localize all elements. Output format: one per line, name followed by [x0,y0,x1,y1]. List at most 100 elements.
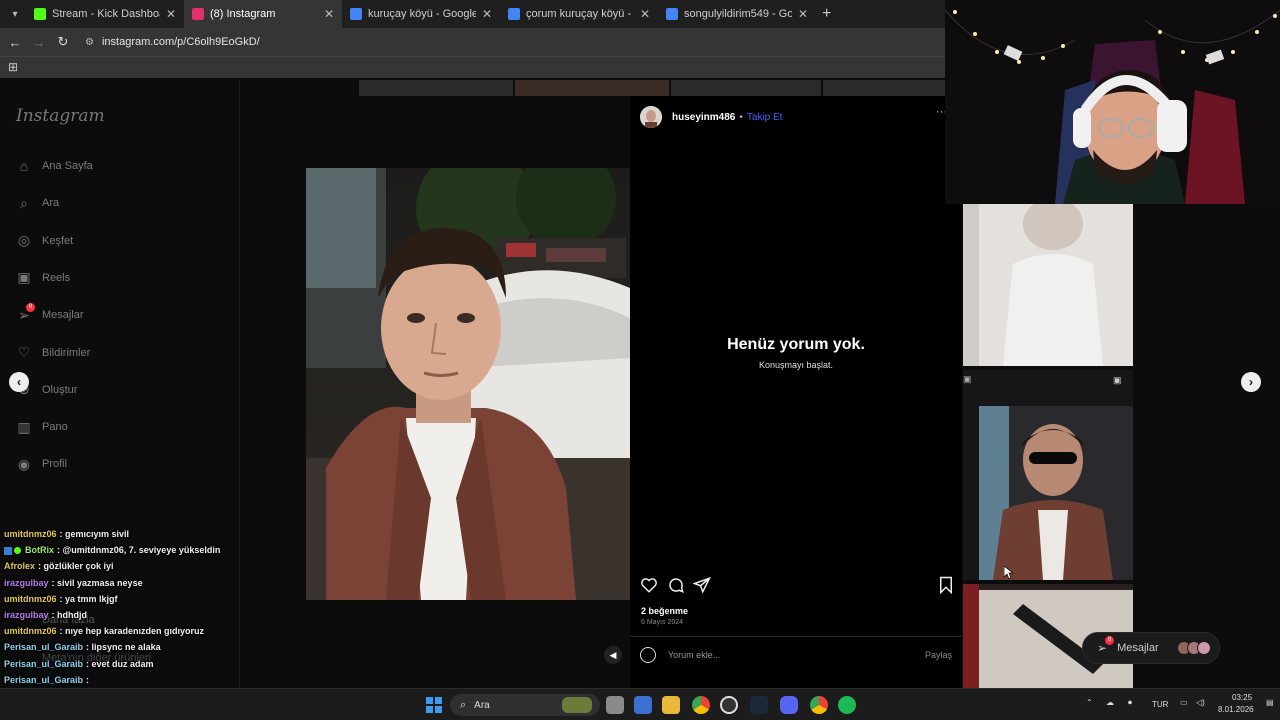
chrome-icon[interactable] [692,696,710,714]
apps-grid-icon[interactable]: ⊞ [8,60,18,74]
sidebar-item-label: Bildirimler [42,346,91,359]
emoji-icon[interactable] [640,646,656,663]
new-tab-button[interactable]: + [822,5,831,23]
grid-thumbnail [671,80,821,96]
reload-icon[interactable]: ↻ [51,34,75,50]
post-username[interactable]: huseyinm486 [672,112,735,123]
close-tab-icon[interactable]: ✕ [798,7,808,21]
spotify-icon[interactable] [838,696,856,714]
post-image[interactable] [306,168,630,600]
windows-taskbar: ⌕ Ara ⌃ ☁ ⏺ TUR ▭ ◁) 03:25 8.01.2026 ▤ [0,688,1280,720]
chat-username[interactable]: Afrolex [4,561,35,571]
network-icon[interactable]: ▭ [1180,698,1188,707]
taskbar-search-field[interactable]: ⌕ Ara [450,694,600,716]
chat-message: Perisan_ul_Garaib: [4,672,294,688]
sidebar-item-compass[interactable]: ◎ Keşfet [16,232,74,249]
grid-thumbnail[interactable] [963,204,1133,366]
chat-username[interactable]: irazgulbay [4,610,49,620]
chat-username[interactable]: irazgulbay [4,578,49,588]
like-heart-icon[interactable] [640,576,658,594]
sidebar-item-label: Keşfet [42,234,74,247]
tab-favicon-icon [350,8,362,20]
grid-thumbnail[interactable]: ▣ [963,370,1133,580]
tray-chevron-icon[interactable]: ⌃ [1086,698,1093,707]
microphone-icon[interactable]: ⏺ [1128,698,1132,708]
mute-icon[interactable]: ◀ [604,646,622,664]
sidebar-item-home[interactable]: ⌂ Ana Sayfa [16,158,93,174]
onedrive-icon[interactable]: ☁ [1106,698,1114,707]
chat-text: : sivil yazmasa neyse [51,577,143,588]
next-post-arrow-icon[interactable]: › [1241,372,1261,392]
close-tab-icon[interactable]: ✕ [324,7,334,21]
discord-icon[interactable] [780,696,798,714]
language-indicator[interactable]: TUR [1152,700,1168,709]
avatar[interactable] [640,106,662,128]
follow-button[interactable]: Takip Et [747,112,783,123]
site-info-icon[interactable]: ⚙ [85,37,94,48]
chat-message: umitdnmz06: ya tmm lkjgf [4,591,294,607]
chat-text: : gemıcıyım sivil [59,529,130,539]
chat-username[interactable]: Perisan_ul_Garaib [4,659,83,669]
chat-text: : evet duz adam [86,658,154,669]
chat-username[interactable]: Perisan_ul_Garaib [4,675,83,685]
chrome-icon[interactable] [810,696,828,714]
comment-icon[interactable] [667,576,685,594]
sidebar-item-reels[interactable]: ▣ Reels [16,269,71,286]
browser-tab[interactable]: çorum kuruçay köyü - Google'd ✕ [500,0,658,28]
chat-username[interactable]: Perisan_ul_Garaib [4,642,83,652]
search-icon: ⌕ [460,698,467,711]
previous-post-arrow-icon[interactable]: ‹ [9,372,29,392]
back-icon[interactable]: ← [3,35,27,50]
url-field[interactable]: ⚙ instagram.com/p/C6olh9EoGkD/ [79,31,260,53]
chat-username[interactable]: BotRix [25,545,54,555]
sidebar-item-messenger[interactable]: ➢ 8 Mesajlar [16,303,84,323]
chat-username[interactable]: umitdnmz06 [4,594,57,604]
likes-count[interactable]: 2 beğenme [641,606,688,616]
close-tab-icon[interactable]: ✕ [166,7,176,21]
chat-text: : [86,674,90,685]
notifications-icon[interactable]: ▤ [1266,698,1274,707]
clock-date[interactable]: 8.01.2026 [1218,705,1254,714]
mouse-cursor-icon [1004,566,1014,580]
share-paper-plane-icon[interactable] [693,576,711,594]
clock-time[interactable]: 03:25 [1232,693,1252,702]
sidebar-item-label: Ana Sayfa [42,160,93,172]
sidebar-item-profile[interactable]: ◉ Profil [16,456,67,472]
messages-pill-label: Mesajlar [1117,642,1159,654]
post-actions [640,576,954,596]
instagram-logo[interactable]: Instagram [16,106,105,126]
chat-text: : hdhdjd [51,610,88,621]
browser-tab[interactable]: Stream - Kick Dashboard ✕ [26,0,184,28]
post-details-panel: huseyinm486 • Takip Et ··· Henüz yorum y… [630,96,962,688]
steam-icon[interactable] [750,696,768,714]
chat-message: umitdnmz06: gemıcıyım sivil [4,526,294,542]
comment-input[interactable]: Yorum ekle... [668,650,925,660]
volume-icon[interactable]: ◁) [1196,698,1205,707]
tab-favicon-icon [34,8,46,20]
sidebar-item-label: Reels [42,271,71,284]
save-bookmark-icon[interactable] [938,576,954,594]
file-explorer-icon[interactable] [662,696,680,714]
close-tab-icon[interactable]: ✕ [482,7,492,21]
post-comment-button[interactable]: Paylaş [925,650,952,660]
sidebar-item-dashboard[interactable]: ▥ Pano [16,419,67,435]
windows-start-icon[interactable] [426,697,442,713]
browser-tab[interactable]: songulyildirim549 - Google'da ✕ [658,0,816,28]
chat-text: : ya tmm lkjgf [59,593,118,604]
obs-icon[interactable] [720,696,738,714]
sidebar-item-heart[interactable]: ♡ Bildirimler [16,344,91,361]
browser-tab[interactable]: (8) Instagram ✕ [184,0,342,28]
sidebar-item-search[interactable]: ⌕ Ara [16,195,59,211]
messages-pill-button[interactable]: ➢ 8 Mesajlar [1082,632,1220,664]
chat-text: : lipsync ne alaka [86,642,161,653]
chat-username[interactable]: umitdnmz06 [4,626,57,636]
tab-search-chevron-icon[interactable]: ▾ [4,3,26,25]
compass-icon: ◎ [17,232,31,249]
chat-username[interactable]: umitdnmz06 [4,529,57,539]
close-tab-icon[interactable]: ✕ [640,7,650,21]
browser-tab[interactable]: kuruçay köyü - Google'da Ara ✕ [342,0,500,28]
chat-text: : gözlükler çok iyi [38,561,114,572]
forward-icon[interactable]: → [27,35,51,50]
task-view-icon[interactable] [606,696,624,714]
store-icon[interactable] [634,696,652,714]
